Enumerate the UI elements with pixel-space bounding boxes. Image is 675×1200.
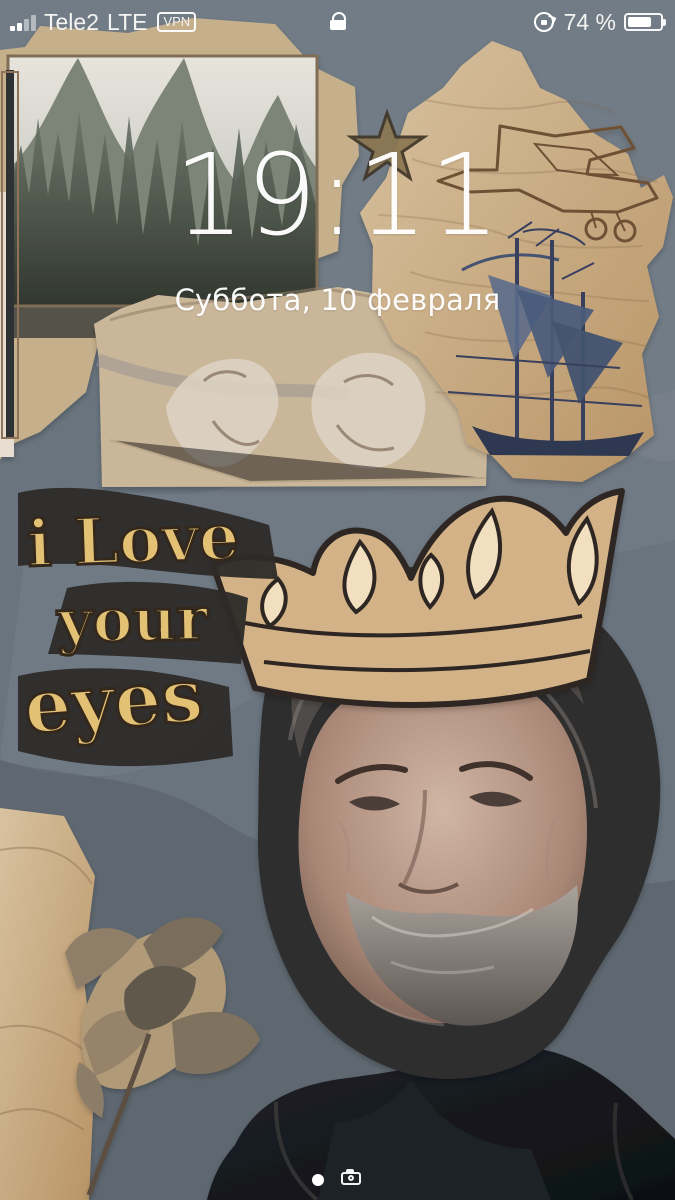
wallpaper-text-line-1: i Love [26, 500, 241, 582]
status-left: Tele2 LTE VPN [10, 8, 197, 36]
bottom-controls [0, 1152, 675, 1200]
lock-icon [329, 12, 347, 30]
rotation-lock-icon [533, 12, 554, 32]
vpn-badge: VPN [157, 12, 197, 32]
wallpaper-text-line-3: eyes [21, 653, 205, 751]
signal-strength-icon [10, 13, 36, 31]
battery-fill [628, 17, 651, 27]
battery-percentage: 74 % [563, 8, 616, 35]
network-label: LTE [106, 8, 148, 35]
battery-icon [624, 13, 666, 31]
lockscreen-time: 19:11 [173, 131, 502, 261]
carrier-label: Tele2 [44, 8, 99, 35]
status-right: 74 % [533, 8, 666, 36]
status-bar: Tele2 LTE VPN 74 % [0, 0, 675, 46]
page-indicator-dot [312, 1174, 324, 1186]
wallpaper-text-line-2: your [56, 584, 210, 657]
lockscreen-date: Суббота, 10 февраля [174, 283, 501, 317]
camera-icon[interactable] [341, 1169, 361, 1185]
lock-screen: i Love your eyes Tele2 LTE VPN 74 % 19:1… [0, 0, 675, 1200]
